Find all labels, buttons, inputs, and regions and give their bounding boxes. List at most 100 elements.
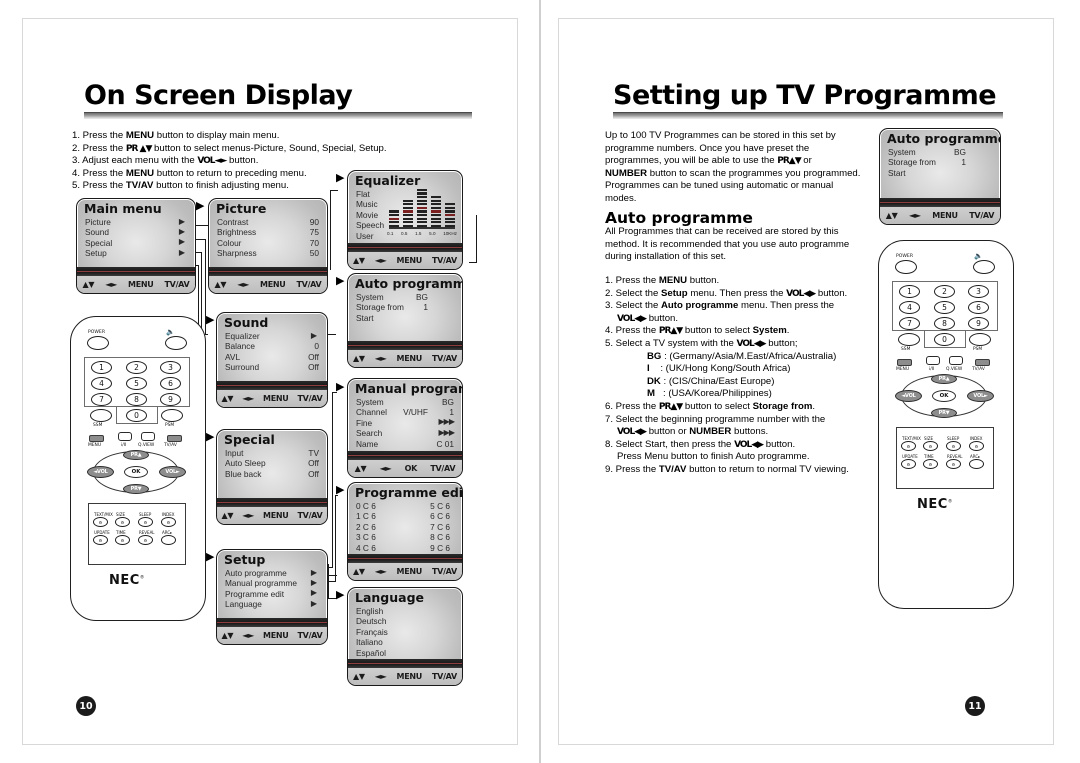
teletext-button-4[interactable]: ⚙: [93, 535, 108, 545]
auto-row-start[interactable]: Start: [888, 168, 992, 178]
osd-panel-sound[interactable]: Sound Equalizer ▶ Balance 0 AVL Off Surr…: [216, 312, 328, 408]
prog-edit-row[interactable]: 4 C 6 9 C 6: [356, 543, 454, 553]
menu-row-sound[interactable]: Sound ▶: [85, 227, 187, 238]
osd-panel-auto-programme-right[interactable]: Auto programme System BG Storage from 1 …: [879, 128, 1001, 225]
menu-button[interactable]: [897, 359, 912, 366]
prog-edit-row[interactable]: 1 C 6 6 C 6: [356, 511, 454, 521]
teletext-button-4[interactable]: ⚙: [901, 459, 916, 469]
ok-button[interactable]: OK: [932, 390, 956, 402]
teletext-button-3[interactable]: ⚙: [969, 441, 984, 451]
auto-row-storage-from[interactable]: Storage from 1: [888, 157, 992, 167]
i-button[interactable]: [926, 356, 940, 365]
osd-panel-manual-programme[interactable]: Manual programme System BG Channel V/UHF…: [347, 378, 463, 478]
sound-row-balance[interactable]: Balance 0: [225, 341, 319, 351]
menu-row-special[interactable]: Special ▶: [85, 237, 187, 248]
number-button-5[interactable]: 5: [934, 301, 955, 314]
mute-button[interactable]: [973, 260, 995, 274]
language-row-francais[interactable]: Français: [356, 627, 454, 637]
teletext-button-1[interactable]: ⚙: [115, 517, 130, 527]
pr-up-button[interactable]: PR▲: [123, 450, 149, 460]
pr-down-button[interactable]: PR▼: [931, 408, 957, 418]
teletext-button-0[interactable]: ⚙: [93, 517, 108, 527]
qview-button[interactable]: [949, 356, 963, 365]
sound-row-equalizer[interactable]: Equalizer ▶: [225, 331, 319, 342]
osd-panel-auto-programme-left[interactable]: Auto programme System BG Storage from 1 …: [347, 273, 463, 368]
sound-row-surround[interactable]: Surround Off: [225, 362, 319, 372]
psm-button[interactable]: [969, 333, 991, 346]
teletext-button-5[interactable]: ⚙: [923, 459, 938, 469]
tvav-button[interactable]: [975, 359, 990, 366]
number-button-2[interactable]: 2: [934, 285, 955, 298]
number-button-1[interactable]: 1: [91, 361, 112, 374]
number-button-6[interactable]: 6: [968, 301, 989, 314]
number-button-8[interactable]: 8: [934, 317, 955, 330]
auto-row-system[interactable]: System BG: [356, 292, 454, 302]
power-button[interactable]: [87, 336, 109, 350]
auto-row-storage-from[interactable]: Storage from 1: [356, 302, 454, 312]
osd-panel-special[interactable]: Special Input TV Auto Sleep Off Blue bac…: [216, 429, 328, 525]
manual-row-name[interactable]: Name C 01: [356, 439, 454, 449]
number-button-2[interactable]: 2: [126, 361, 147, 374]
number-button-3[interactable]: 3: [160, 361, 181, 374]
picture-row-contrast[interactable]: Contrast 90: [217, 217, 319, 227]
tvav-button[interactable]: [167, 435, 182, 442]
teletext-button-7[interactable]: [969, 459, 984, 469]
menu-row-setup[interactable]: Setup ▶: [85, 248, 187, 259]
osd-panel-main-menu[interactable]: Main menu Picture ▶ Sound ▶ Special ▶ Se…: [76, 198, 196, 294]
language-row-english[interactable]: English: [356, 606, 454, 616]
power-button[interactable]: [895, 260, 917, 274]
teletext-button-5[interactable]: ⚙: [115, 535, 130, 545]
osd-panel-equalizer[interactable]: Equalizer Flat Music Movie Speech User 0…: [347, 170, 463, 270]
setup-row-programme-edit[interactable]: Programme edit ▶: [225, 588, 319, 599]
auto-row-start[interactable]: Start: [356, 313, 454, 323]
remote-control-right[interactable]: POWER 🔈 1 2 3 4 5 6 7 8 9 0 SSM PSM MENU i/II Q.VIEW TV/A…: [878, 240, 1014, 609]
manual-row-system[interactable]: System BG: [356, 397, 454, 407]
number-button-5[interactable]: 5: [126, 377, 147, 390]
vol-left-button[interactable]: ◄VOL: [87, 466, 114, 478]
setup-row-language[interactable]: Language ▶: [225, 599, 319, 610]
prog-edit-row[interactable]: 3 C 6 8 C 6: [356, 532, 454, 542]
number-button-0[interactable]: 0: [126, 409, 147, 422]
number-button-7[interactable]: 7: [899, 317, 920, 330]
osd-panel-language[interactable]: Language English Deutsch Français Italia…: [347, 587, 463, 686]
number-button-7[interactable]: 7: [91, 393, 112, 406]
number-button-4[interactable]: 4: [899, 301, 920, 314]
teletext-button-2[interactable]: ⚙: [138, 517, 153, 527]
qview-button[interactable]: [141, 432, 155, 441]
number-button-9[interactable]: 9: [968, 317, 989, 330]
setup-row-manual-programme[interactable]: Manual programme ▶: [225, 578, 319, 589]
special-row-auto-sleep[interactable]: Auto Sleep Off: [225, 458, 319, 468]
remote-control-left[interactable]: POWER 🔈 1 2 3 4 5 6 7 8 9 0 SSM PSM MENU i/II Q.VIEW TV/A…: [70, 316, 206, 621]
vol-left-button[interactable]: ◄VOL: [895, 390, 922, 402]
sound-row-avl[interactable]: AVL Off: [225, 352, 319, 362]
teletext-button-1[interactable]: ⚙: [923, 441, 938, 451]
auto-row-system[interactable]: System BG: [888, 147, 992, 157]
special-row-input[interactable]: Input TV: [225, 448, 319, 458]
pr-down-button[interactable]: PR▼: [123, 484, 149, 494]
picture-row-sharpness[interactable]: Sharpness 50: [217, 248, 319, 258]
i-button[interactable]: [118, 432, 132, 441]
prog-edit-row[interactable]: 2 C 6 7 C 6: [356, 522, 454, 532]
language-row-espanol[interactable]: Español: [356, 648, 454, 658]
prog-edit-row[interactable]: 0 C 6 5 C 6: [356, 501, 454, 511]
picture-row-colour[interactable]: Colour 70: [217, 238, 319, 248]
special-row-blue-back[interactable]: Blue back Off: [225, 469, 319, 479]
osd-panel-picture[interactable]: Picture Contrast 90 Brightness 75 Colour…: [208, 198, 328, 294]
number-button-0[interactable]: 0: [934, 333, 955, 346]
language-row-italiano[interactable]: Italiano: [356, 637, 454, 647]
teletext-button-6[interactable]: ⚙: [138, 535, 153, 545]
mute-button[interactable]: [165, 336, 187, 350]
pr-up-button[interactable]: PR▲: [931, 374, 957, 384]
number-button-9[interactable]: 9: [160, 393, 181, 406]
teletext-button-7[interactable]: [161, 535, 176, 545]
teletext-button-0[interactable]: ⚙: [901, 441, 916, 451]
number-button-6[interactable]: 6: [160, 377, 181, 390]
manual-row-search[interactable]: Search ▶▶▶: [356, 428, 455, 439]
vol-right-button[interactable]: VOL►: [159, 466, 186, 478]
picture-row-brightness[interactable]: Brightness 75: [217, 227, 319, 237]
setup-row-auto-programme[interactable]: Auto programme ▶: [225, 568, 319, 579]
teletext-button-2[interactable]: ⚙: [946, 441, 961, 451]
number-button-3[interactable]: 3: [968, 285, 989, 298]
ok-button[interactable]: OK: [124, 466, 148, 478]
manual-row-fine[interactable]: Fine ▶▶▶: [356, 417, 455, 428]
